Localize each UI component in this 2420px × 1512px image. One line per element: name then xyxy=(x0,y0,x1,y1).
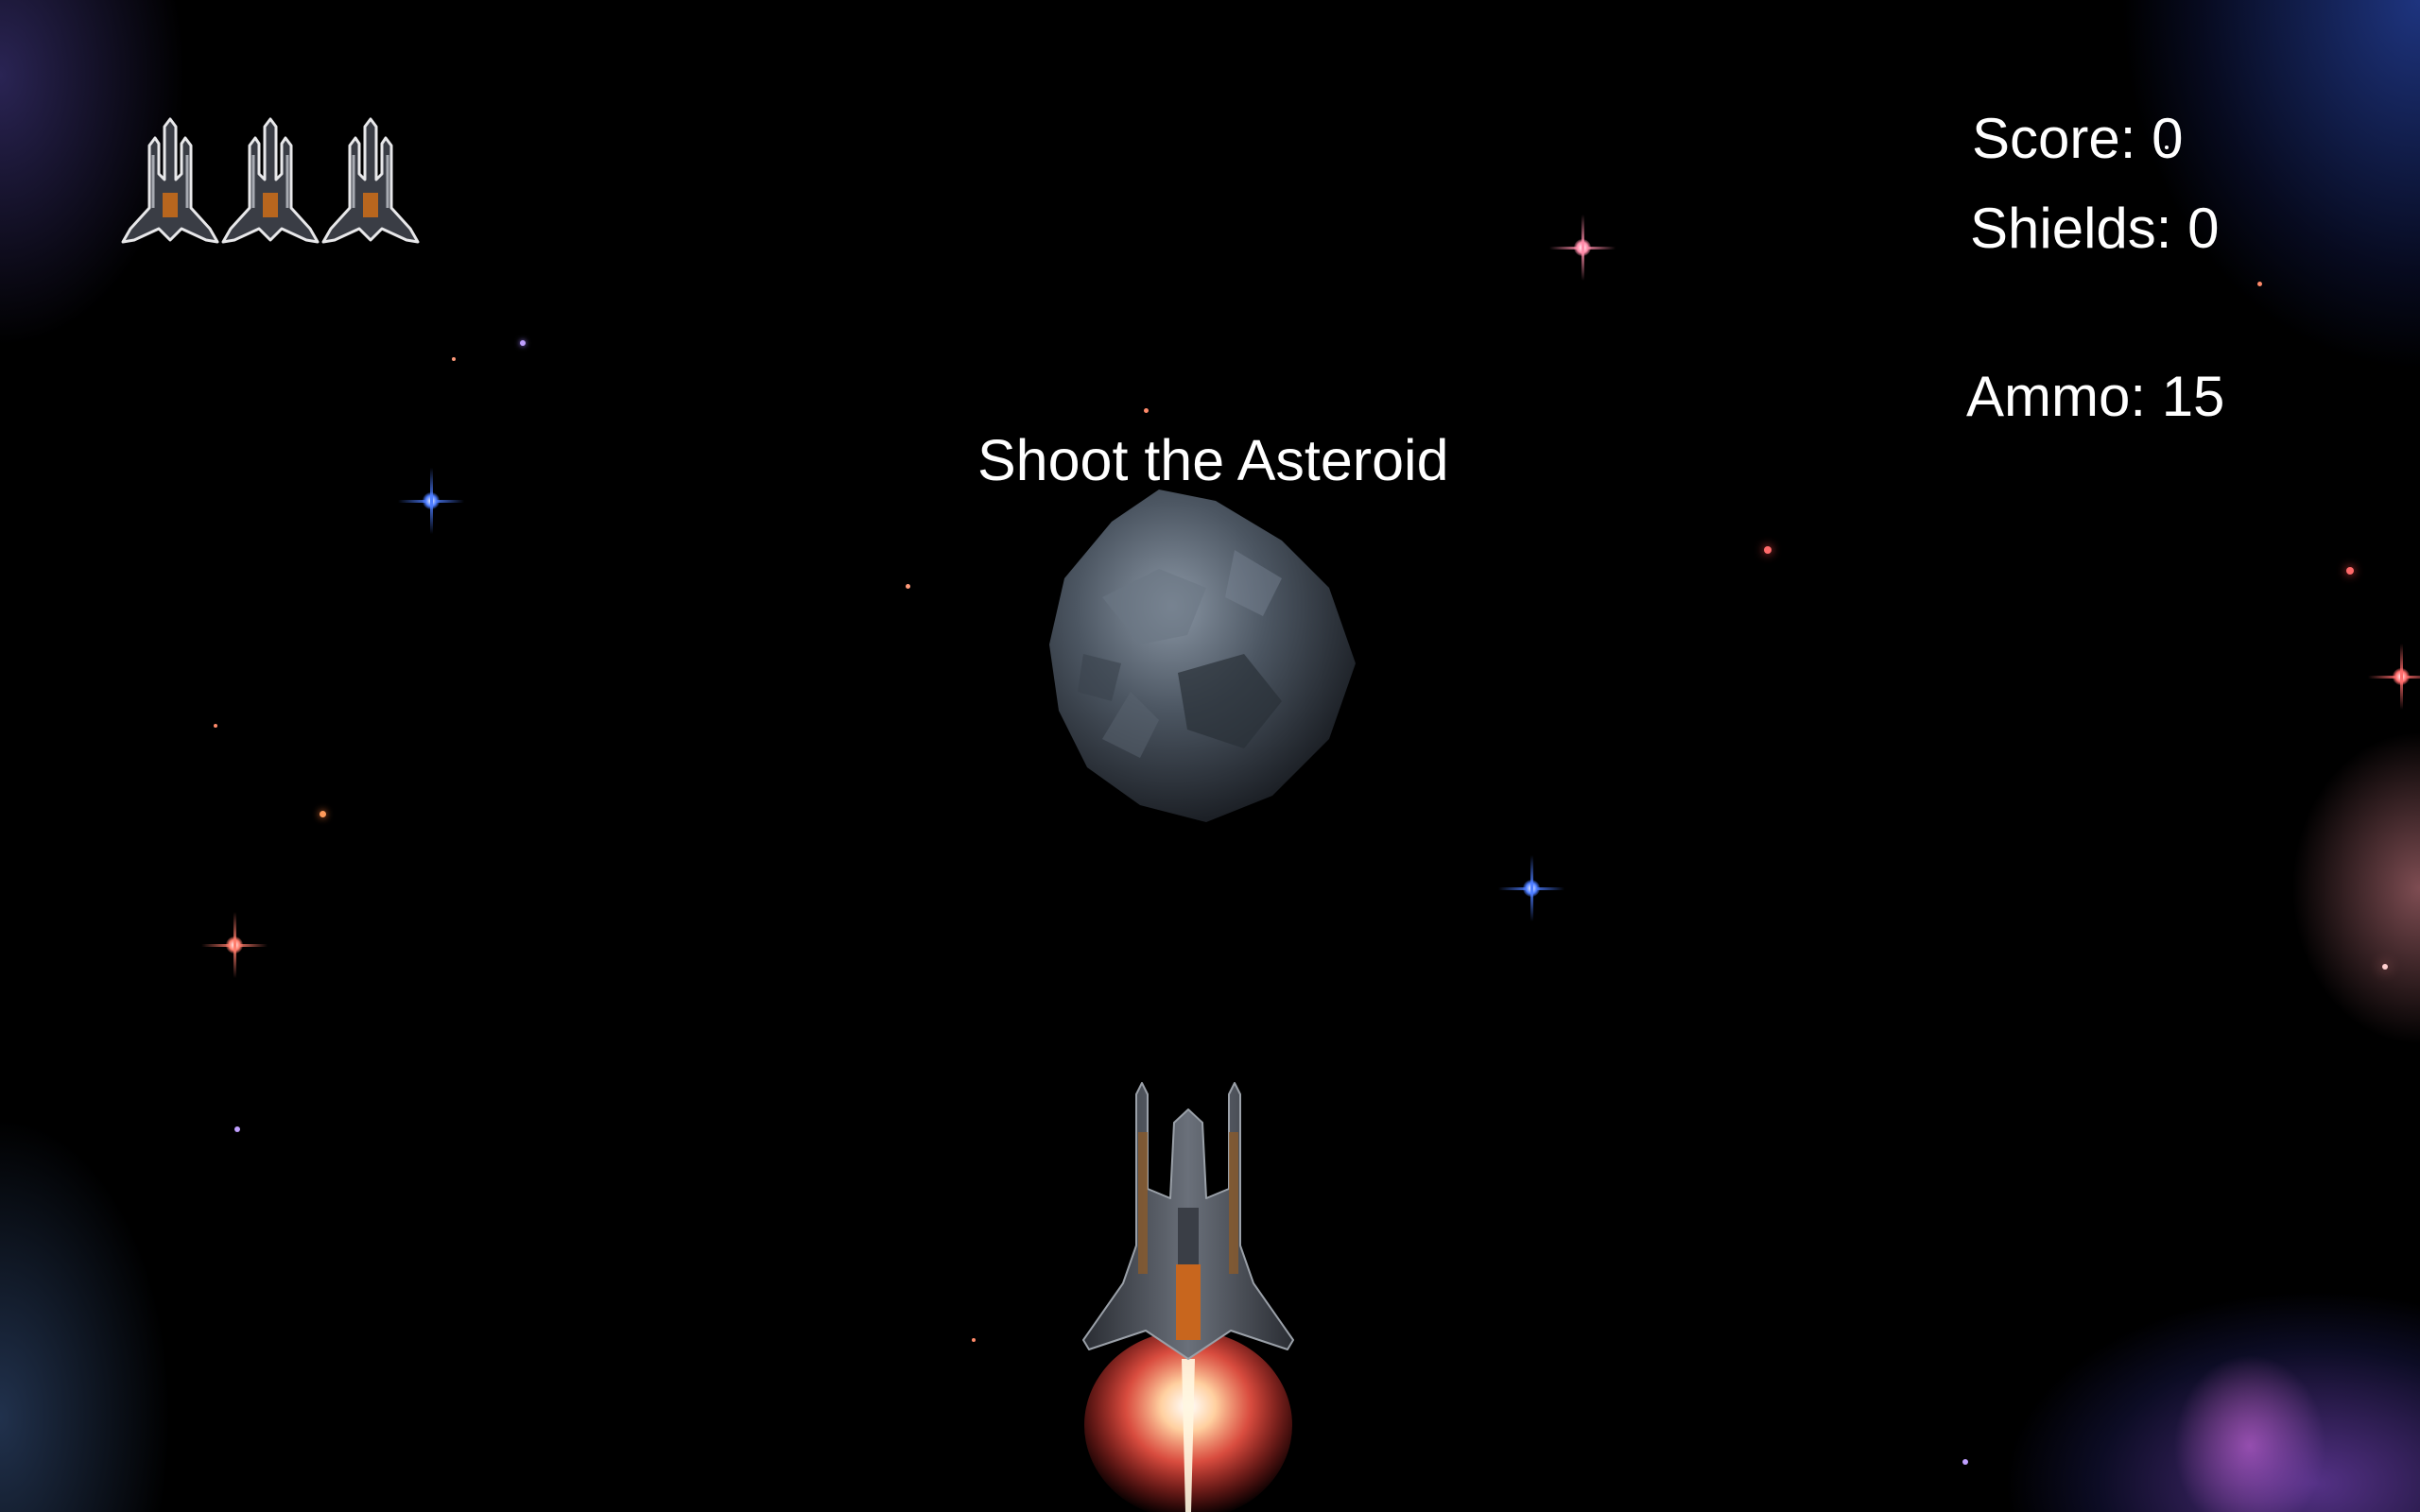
star-flare-icon xyxy=(1549,215,1616,281)
ammo-label: Ammo: 15 xyxy=(1966,365,2225,428)
star-flare-icon xyxy=(1498,855,1564,921)
star-icon xyxy=(234,1126,240,1132)
star-icon xyxy=(2382,964,2388,970)
star-icon xyxy=(520,340,526,346)
asteroid-icon[interactable] xyxy=(1046,484,1357,826)
star-icon xyxy=(214,724,217,728)
shields-label: Shields: 0 xyxy=(1970,197,2220,260)
star-icon xyxy=(1144,408,1149,413)
ship-icon xyxy=(321,117,420,244)
game-stage[interactable]: Score: 0 Shields: 0 Ammo: 15 Shoot the A… xyxy=(0,0,2420,1512)
star-flare-icon xyxy=(201,912,268,978)
player-ship-icon[interactable] xyxy=(1080,1075,1297,1512)
star-icon xyxy=(452,357,456,361)
ship-icon xyxy=(221,117,320,244)
star-flare-icon xyxy=(2368,644,2420,710)
lives-indicator xyxy=(121,117,424,246)
star-icon xyxy=(2257,282,2262,286)
star-icon xyxy=(906,584,910,589)
star-icon xyxy=(2346,567,2354,575)
star-icon xyxy=(320,811,326,817)
star-icon xyxy=(972,1338,976,1342)
score-label: Score: 0 xyxy=(1972,107,2184,170)
star-icon xyxy=(1962,1459,1968,1465)
star-icon xyxy=(1764,546,1772,554)
star-flare-icon xyxy=(398,468,464,534)
ship-icon xyxy=(121,117,219,244)
